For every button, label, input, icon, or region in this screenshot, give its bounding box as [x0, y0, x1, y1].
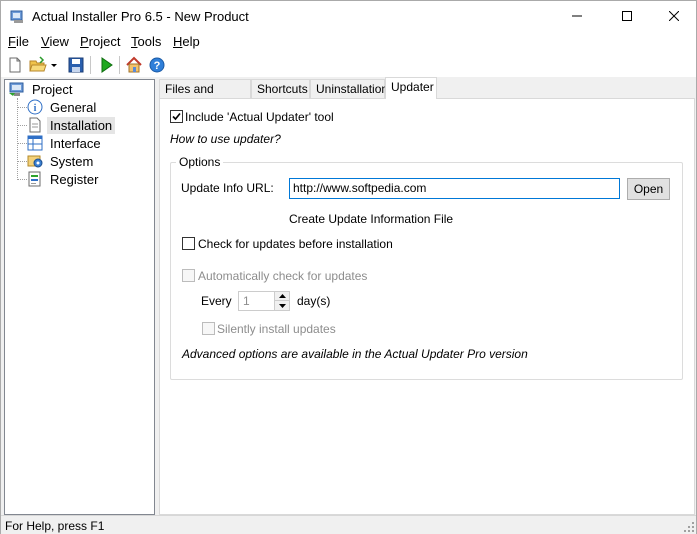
status-bar: For Help, press F1: [1, 515, 696, 534]
tab-files-and-folders[interactable]: Files and Folders: [159, 79, 251, 110]
tree-item-label: General: [50, 99, 97, 115]
tree-item-label: Project: [32, 81, 73, 97]
checkmark-icon: [172, 112, 181, 121]
tree-connector: [17, 179, 27, 180]
chevron-up-icon: [278, 294, 286, 298]
close-button[interactable]: [651, 1, 697, 31]
menu-view[interactable]: View: [41, 34, 69, 49]
menu-project[interactable]: Project: [80, 34, 120, 49]
update-url-label: Update Info URL:: [181, 181, 274, 195]
auto-check-checkbox[interactable]: [182, 269, 195, 282]
save-icon[interactable]: [67, 56, 85, 74]
tab-shortcuts[interactable]: Shortcuts: [251, 79, 310, 98]
menu-help[interactable]: Help: [173, 34, 200, 49]
tree-item-project[interactable]: Project: [9, 80, 75, 98]
home-icon[interactable]: [125, 56, 143, 74]
maximize-icon: [622, 11, 632, 21]
dropdown-arrow-icon[interactable]: [49, 56, 59, 74]
tree-item-general[interactable]: i General: [27, 98, 99, 116]
system-icon: [27, 155, 43, 168]
spin-down-button[interactable]: [275, 301, 289, 310]
document-icon: [29, 117, 41, 133]
check-before-install-checkbox[interactable]: [182, 237, 195, 250]
minimize-icon: [572, 15, 582, 17]
info-icon: i: [27, 99, 43, 115]
tab-label: Uninstallation: [316, 82, 389, 96]
status-text: For Help, press F1: [5, 519, 105, 533]
help-icon[interactable]: ?: [148, 56, 166, 74]
tab-label: Shortcuts: [257, 82, 308, 96]
menu-bar: File View Project Tools Help: [1, 31, 696, 53]
tree-item-interface[interactable]: Interface: [27, 134, 104, 152]
menu-file[interactable]: File: [8, 34, 29, 49]
days-unit-label: day(s): [297, 294, 331, 308]
tab-updater[interactable]: Updater: [385, 77, 437, 99]
tab-uninstallation[interactable]: Uninstallation: [310, 79, 389, 98]
silent-install-checkbox[interactable]: [202, 322, 215, 335]
tree-connector: [17, 161, 27, 162]
app-window: Actual Installer Pro 6.5 - New Product F…: [0, 0, 697, 534]
advanced-options-note: Advanced options are available in the Ac…: [182, 347, 528, 361]
grid-icon: [27, 135, 43, 151]
open-button[interactable]: Open: [627, 178, 670, 200]
menu-tools[interactable]: Tools: [131, 34, 161, 49]
window-title: Actual Installer Pro 6.5 - New Product: [32, 9, 249, 24]
project-tree[interactable]: Project i General Installation Interface…: [4, 79, 155, 515]
toolbar: ?: [1, 53, 696, 77]
open-button-label: Open: [633, 182, 664, 196]
title-bar[interactable]: Actual Installer Pro 6.5 - New Product: [1, 1, 696, 31]
svg-text:?: ?: [154, 60, 161, 72]
tree-connector: [17, 143, 27, 144]
tree-item-system[interactable]: System: [27, 152, 96, 170]
toolbar-separator: [119, 56, 120, 74]
spinner-buttons: [274, 292, 289, 310]
tree-item-label: Interface: [50, 135, 101, 151]
options-group-title: Options: [176, 155, 224, 169]
tree-connector: [17, 98, 18, 180]
toolbar-separator: [90, 56, 91, 74]
close-icon: [669, 11, 679, 21]
tree-item-register[interactable]: Register: [27, 170, 101, 188]
tab-label: Updater: [391, 80, 434, 94]
tree-item-label: System: [50, 153, 94, 169]
days-value: 1: [243, 294, 250, 308]
spin-up-button[interactable]: [275, 292, 289, 301]
include-updater-label[interactable]: Include 'Actual Updater' tool: [185, 110, 334, 124]
silent-install-label: Silently install updates: [217, 322, 336, 336]
update-url-input[interactable]: http://www.softpedia.com: [289, 178, 620, 199]
every-label: Every: [201, 294, 232, 308]
resize-grip-icon[interactable]: [684, 522, 694, 532]
tree-connector: [17, 107, 27, 108]
create-update-file-link[interactable]: Create Update Information File: [289, 212, 453, 226]
days-spinner[interactable]: 1: [238, 291, 290, 311]
new-file-icon[interactable]: [6, 56, 24, 74]
svg-text:i: i: [34, 103, 37, 114]
build-run-icon[interactable]: [97, 56, 115, 74]
auto-check-label: Automatically check for updates: [198, 269, 368, 283]
tree-item-label: Register: [50, 171, 99, 187]
register-icon: [28, 171, 41, 187]
computer-icon: [9, 82, 24, 96]
maximize-button[interactable]: [604, 1, 650, 31]
tree-item-label: Installation: [47, 116, 116, 134]
update-url-value: http://www.softpedia.com: [293, 181, 427, 195]
check-before-install-label[interactable]: Check for updates before installation: [198, 237, 393, 251]
tree-connector: [17, 125, 27, 126]
app-logo-icon: [10, 10, 23, 23]
chevron-down-icon: [278, 303, 286, 308]
minimize-button[interactable]: [554, 1, 600, 31]
tree-item-installation[interactable]: Installation: [27, 116, 116, 134]
how-to-use-link[interactable]: How to use updater?: [170, 132, 281, 146]
open-folder-icon[interactable]: [29, 56, 47, 74]
include-updater-checkbox[interactable]: [170, 110, 183, 123]
